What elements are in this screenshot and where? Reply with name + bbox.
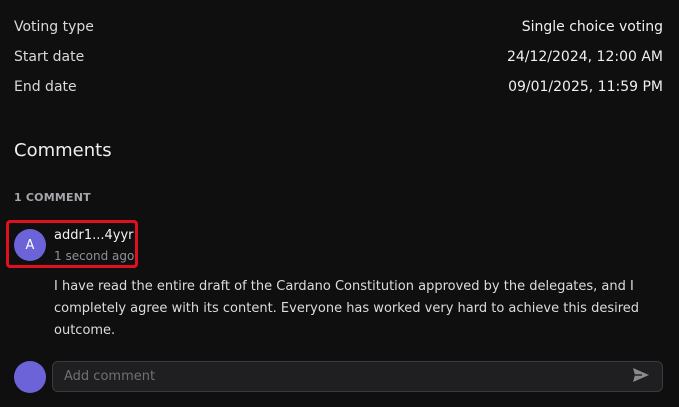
comment-author-address[interactable]: addr1...4yyr xyxy=(54,228,134,243)
start-date-label: Start date xyxy=(14,49,85,65)
end-date-label: End date xyxy=(14,79,77,95)
comment-timestamp: 1 second ago xyxy=(54,249,135,263)
send-comment-button[interactable] xyxy=(630,367,652,387)
start-date-row: Start date 24/12/2024, 12:00 AM xyxy=(14,47,663,67)
comments-heading: Comments xyxy=(14,140,112,161)
voting-type-row: Voting type Single choice voting xyxy=(14,17,663,37)
voting-type-value: Single choice voting xyxy=(521,19,663,35)
voting-type-label: Voting type xyxy=(14,19,94,35)
current-user-avatar xyxy=(14,361,46,393)
end-date-row: End date 09/01/2025, 11:59 PM xyxy=(14,77,663,97)
proposal-details-page: Voting type Single choice voting Start d… xyxy=(0,0,679,407)
send-icon xyxy=(632,367,650,387)
end-date-value: 09/01/2025, 11:59 PM xyxy=(508,79,663,95)
add-comment-input[interactable] xyxy=(52,361,663,392)
comment-author-avatar[interactable]: A xyxy=(14,229,46,261)
start-date-value: 24/12/2024, 12:00 AM xyxy=(506,49,663,65)
comment-count: 1 COMMENT xyxy=(14,191,91,204)
comment-text: I have read the entire draft of the Card… xyxy=(54,279,640,338)
